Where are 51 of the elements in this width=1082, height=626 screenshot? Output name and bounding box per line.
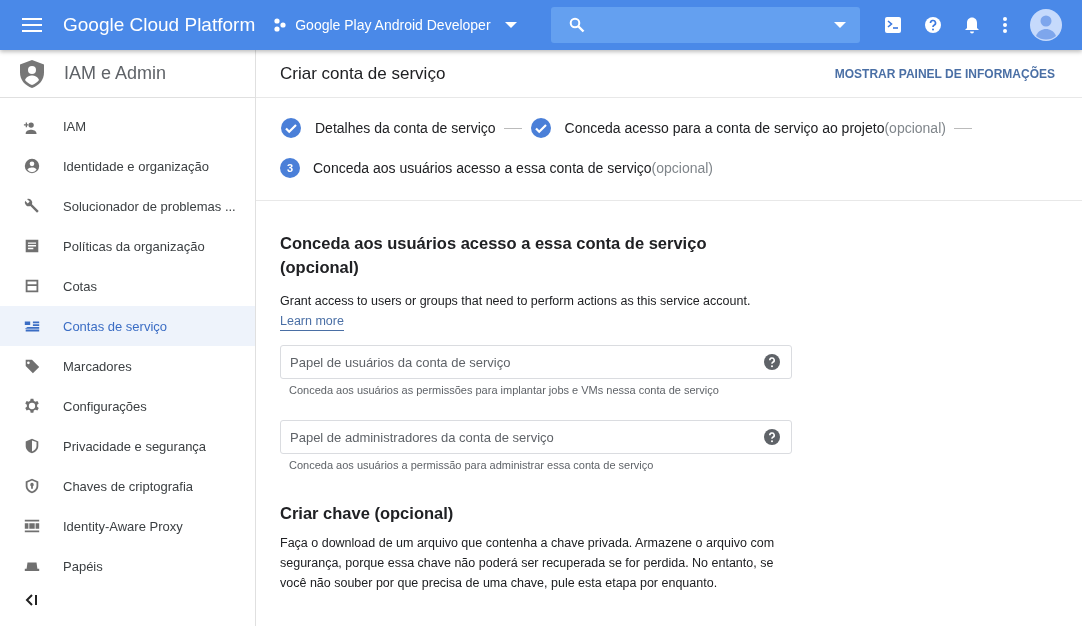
role-input-field[interactable]: Papel de usuários da conta de serviço: [280, 345, 792, 379]
shield-person-icon: [20, 59, 44, 88]
more-options-icon[interactable]: [1001, 16, 1008, 34]
collapse-icon[interactable]: [25, 594, 39, 606]
gear-icon: [23, 397, 41, 415]
role-input-field[interactable]: Papel de administradores da conta de serviço: [280, 420, 792, 454]
section-title: IAM e Admin: [64, 63, 167, 84]
avatar-icon[interactable]: [1029, 9, 1062, 41]
sidebar-item[interactable]: Identity-Aware Proxy: [0, 506, 255, 546]
field-hint: Conceda aos usuários a permissão para administrar essa conta de serviço: [289, 459, 655, 471]
wrench-icon: [23, 197, 41, 215]
keyshield-icon: [23, 477, 41, 495]
search-icon: [568, 17, 585, 33]
bell-icon[interactable]: [963, 16, 980, 34]
section-description: Faça o download de um arquivo que contenha a chave privada. Armazene o arquivo com segurança, porque essa chave não poderá ser recuperada se for perdida. No entanto, se você não souber por que precisa de uma chave, pule esta etapa por enquanto.: [280, 535, 776, 592]
show-info-panel-link[interactable]: MOSTRAR PAINEL DE INFORMAÇÕES: [834, 66, 1055, 81]
caret-icon[interactable]: [833, 22, 846, 28]
sidebar-item[interactable]: Solucionador de problemas ...: [0, 186, 255, 226]
document-icon: [23, 237, 41, 255]
caret-icon: [504, 22, 517, 28]
tag-icon: [23, 357, 41, 375]
sidebar-item[interactable]: Configurações: [0, 386, 255, 426]
step-label: Conceda aos usuários acesso a essa conta de serviço(opcional): [313, 160, 713, 176]
sidebar-item[interactable]: Contas de serviço: [0, 306, 255, 346]
learn-more-link[interactable]: Learn more: [280, 313, 344, 331]
sidebar-item[interactable]: Marcadores: [0, 346, 255, 386]
field-hint: Conceda aos usuários as permissões para implantar jobs e VMs nessa conta de serviço: [289, 384, 720, 396]
section-description: Grant access to users or groups that need to perform actions as this service account.: [280, 293, 752, 310]
project-dots-icon: [273, 18, 288, 32]
sidebar-item[interactable]: Papéis: [0, 546, 255, 586]
help-icon[interactable]: [923, 16, 942, 34]
terminal-icon[interactable]: [883, 16, 902, 34]
sidebar-item[interactable]: Identidade e organização: [0, 146, 255, 186]
section-heading: Conceda aos usuários acesso a essa conta de serviço (opcional): [280, 233, 708, 278]
help-icon[interactable]: [764, 429, 780, 445]
sidebar-item[interactable]: IAM: [0, 106, 255, 146]
sidebar-item[interactable]: Privacidade e segurança: [0, 426, 255, 466]
sidebar-item[interactable]: Chaves de criptografia: [0, 466, 255, 506]
account-icon: [23, 157, 41, 175]
menu-icon[interactable]: [22, 17, 42, 33]
help-icon[interactable]: [764, 354, 780, 370]
product-title: Google Cloud Platform: [63, 14, 256, 36]
step-label: Detalhes da conta de serviço: [315, 120, 496, 136]
shield-icon: [23, 437, 41, 455]
step-number: 3: [280, 158, 300, 178]
search-field[interactable]: [550, 7, 860, 43]
section-heading: Criar chave (opcional): [280, 503, 455, 524]
sidebar-item[interactable]: Cotas: [0, 266, 255, 306]
step-label: Conceda acesso para a conta de serviço ao projeto(opcional): [564, 120, 946, 136]
sidebar-item[interactable]: Políticas da organização: [0, 226, 255, 266]
page-title: Criar conta de serviço: [280, 63, 446, 84]
